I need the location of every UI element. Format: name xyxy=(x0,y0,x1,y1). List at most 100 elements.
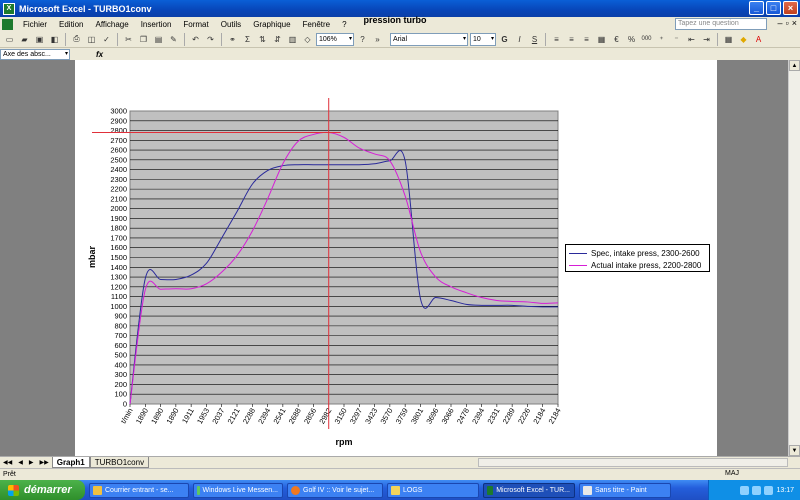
task-messenger[interactable]: Windows Live Messen... xyxy=(193,482,283,498)
doc-minimize-button[interactable]: – xyxy=(778,18,783,28)
close-button[interactable]: × xyxy=(783,1,798,15)
font-color-icon[interactable]: A xyxy=(752,33,765,46)
scroll-up-icon[interactable]: ▲ xyxy=(789,60,800,71)
spelling-icon[interactable]: ✓ xyxy=(100,33,113,46)
security-icon[interactable] xyxy=(764,485,774,495)
borders-icon[interactable]: ▦ xyxy=(722,33,735,46)
task-label: Golf IV :: Voir le sujet... xyxy=(303,486,375,494)
bold-button[interactable]: G xyxy=(498,33,511,46)
align-right-icon[interactable]: ≡ xyxy=(580,33,593,46)
minimize-button[interactable]: _ xyxy=(749,1,764,15)
fill-color-icon[interactable]: ◆ xyxy=(737,33,750,46)
increase-indent-icon[interactable]: ⇥ xyxy=(700,33,713,46)
chart-title[interactable]: pression turbo xyxy=(320,15,470,25)
excel-icon xyxy=(487,485,494,495)
task-paint[interactable]: Sans titre - Paint xyxy=(579,482,671,498)
fx-icon[interactable]: fx xyxy=(96,50,103,59)
name-box-value: Axe des absc... xyxy=(3,50,51,58)
copy-icon[interactable]: ❐ xyxy=(137,33,150,46)
sort-asc-icon[interactable]: ⇅ xyxy=(256,33,269,46)
doc-restore-button[interactable]: ▫ xyxy=(786,18,789,28)
redo-icon[interactable]: ↷ xyxy=(204,33,217,46)
increase-decimal-icon[interactable]: ⁺ xyxy=(655,33,668,46)
italic-button[interactable]: I xyxy=(513,33,526,46)
align-center-icon[interactable]: ≡ xyxy=(565,33,578,46)
font-value: Arial xyxy=(393,35,408,43)
menu-fichier[interactable]: Fichier xyxy=(17,20,53,29)
paste-icon[interactable]: ▤ xyxy=(152,33,165,46)
menu-format[interactable]: Format xyxy=(177,20,214,29)
undo-icon[interactable]: ↶ xyxy=(189,33,202,46)
menu-affichage[interactable]: Affichage xyxy=(89,20,134,29)
task-firefox[interactable]: Golf IV :: Voir le sujet... xyxy=(287,482,383,498)
network-icon[interactable] xyxy=(740,485,750,495)
font-select[interactable]: Arial ▾ xyxy=(390,32,468,46)
print-preview-icon[interactable]: ◫ xyxy=(85,33,98,46)
menu-outils[interactable]: Outils xyxy=(215,20,247,29)
taskbar: démarrer Courrier entrant - se... Window… xyxy=(0,480,800,500)
task-logs-folder[interactable]: LOGS xyxy=(387,482,479,498)
maximize-button[interactable]: □ xyxy=(766,1,781,15)
menu-graphique[interactable]: Graphique xyxy=(247,20,296,29)
zoom-select[interactable]: 106% ▾ xyxy=(316,32,354,46)
workbook-icon[interactable] xyxy=(2,18,13,30)
tab-graph1[interactable]: Graph1 xyxy=(51,457,90,468)
toolbar-divider xyxy=(184,32,185,46)
save-icon[interactable]: ▣ xyxy=(33,33,46,46)
tab-first-icon[interactable]: ◀◀ xyxy=(0,459,15,466)
name-box[interactable]: Axe des absc... ▾ xyxy=(0,48,70,60)
percent-button[interactable]: % xyxy=(625,33,638,46)
tab-turbo1conv[interactable]: TURBO1conv xyxy=(89,457,150,468)
merge-center-icon[interactable]: ▦ xyxy=(595,33,608,46)
hyperlink-icon[interactable]: ⚭ xyxy=(226,33,239,46)
new-icon[interactable]: ▭ xyxy=(3,33,16,46)
autosum-icon[interactable]: Σ xyxy=(241,33,254,46)
cut-icon[interactable]: ✂ xyxy=(122,33,135,46)
legend-entry-spec: Spec, intake press, 2300-2600 xyxy=(569,247,706,259)
permission-icon[interactable]: ◧ xyxy=(48,33,61,46)
tab-next-icon[interactable]: ▶ xyxy=(26,459,37,466)
help-search-input[interactable]: Tapez une question xyxy=(675,18,767,30)
legend-label-spec: Spec, intake press, 2300-2600 xyxy=(591,248,700,258)
help-icon[interactable]: ? xyxy=(356,33,369,46)
print-icon[interactable]: ⎙ xyxy=(70,33,83,46)
font-size-select[interactable]: 10 ▾ xyxy=(470,32,496,46)
chart-wizard-icon[interactable]: ▥ xyxy=(286,33,299,46)
status-bar: Prêt MAJ xyxy=(0,468,800,480)
format-painter-icon[interactable]: ✎ xyxy=(167,33,180,46)
more-buttons-icon[interactable]: » xyxy=(371,33,384,46)
task-excel[interactable]: Microsoft Excel - TUR... xyxy=(483,482,575,498)
caps-indicator: MAJ xyxy=(725,470,739,477)
sort-desc-icon[interactable]: ⇵ xyxy=(271,33,284,46)
toolbar: ▭ ▰ ▣ ◧ ⎙ ◫ ✓ ✂ ❐ ▤ ✎ ↶ ↷ ⚭ Σ ⇅ ⇵ ▥ ◇ 10… xyxy=(0,31,800,48)
thousands-button[interactable]: 000 xyxy=(640,33,653,46)
legend-entry-actual: Actual intake press, 2200-2800 xyxy=(569,259,706,271)
decrease-indent-icon[interactable]: ⇤ xyxy=(685,33,698,46)
align-left-icon[interactable]: ≡ xyxy=(550,33,563,46)
drawing-icon[interactable]: ◇ xyxy=(301,33,314,46)
scroll-down-icon[interactable]: ▼ xyxy=(789,445,800,456)
chevron-down-icon: ▾ xyxy=(348,35,352,42)
open-icon[interactable]: ▰ xyxy=(18,33,31,46)
firefox-icon xyxy=(291,485,300,495)
tab-last-icon[interactable]: ▶▶ xyxy=(36,459,51,466)
legend-label-actual: Actual intake press, 2200-2800 xyxy=(591,260,702,270)
chart-legend[interactable]: Spec, intake press, 2300-2600 Actual int… xyxy=(565,244,710,272)
task-outlook[interactable]: Courrier entrant - se... xyxy=(89,482,189,498)
start-label: démarrer xyxy=(24,484,72,496)
vertical-scrollbar[interactable]: ▲ ▼ xyxy=(788,60,800,456)
toolbar-divider xyxy=(717,32,718,46)
start-button[interactable]: démarrer xyxy=(0,480,85,500)
underline-button[interactable]: S xyxy=(528,33,541,46)
chevron-down-icon: ▾ xyxy=(462,35,466,42)
doc-close-button[interactable]: × xyxy=(792,18,797,28)
toolbar-divider xyxy=(545,32,546,46)
tab-prev-icon[interactable]: ◀ xyxy=(15,459,26,466)
menu-edition[interactable]: Edition xyxy=(53,20,89,29)
menu-insertion[interactable]: Insertion xyxy=(135,20,178,29)
decrease-decimal-icon[interactable]: ⁻ xyxy=(670,33,683,46)
volume-icon[interactable] xyxy=(752,485,762,495)
currency-button[interactable]: € xyxy=(610,33,623,46)
zoom-value: 106% xyxy=(319,35,337,43)
horizontal-scrollbar[interactable] xyxy=(478,458,788,467)
